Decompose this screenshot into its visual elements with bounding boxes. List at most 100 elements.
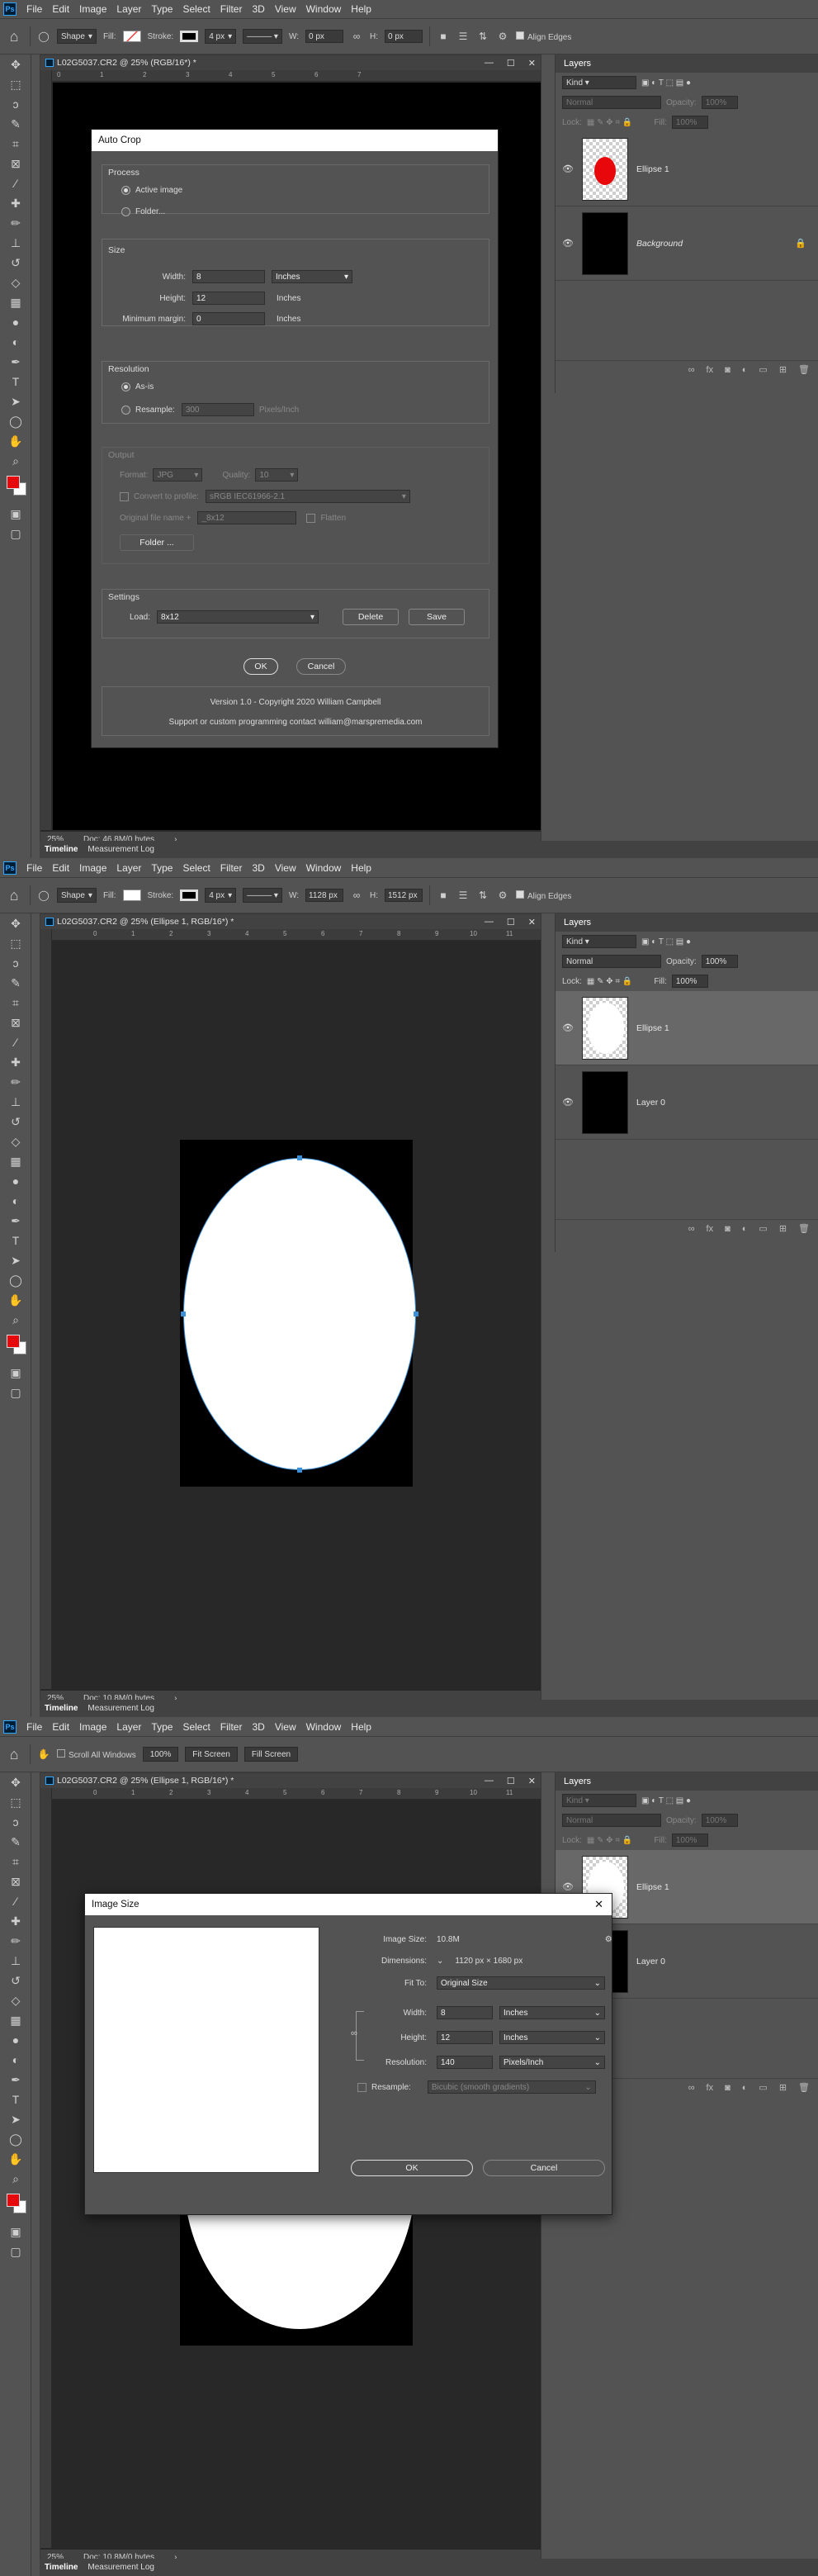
crop-icon[interactable]: ⌗	[0, 134, 31, 154]
save-preset-button[interactable]: Save	[409, 609, 465, 625]
layer-name[interactable]: Layer 0	[636, 1957, 665, 1966]
eye-icon[interactable]: 👁	[562, 1022, 574, 1033]
align-edges-checkbox[interactable]: Align Edges	[516, 890, 571, 901]
width-input[interactable]: 1128 px	[305, 889, 343, 902]
eraser-icon[interactable]: ◇	[0, 1990, 31, 2010]
lasso-icon[interactable]: ↄ	[0, 1812, 31, 1832]
cancel-button[interactable]: Cancel	[483, 2160, 605, 2176]
anchor-point-bottom[interactable]	[297, 1468, 302, 1473]
width-field[interactable]: 8	[437, 2006, 493, 2019]
link-layers-icon[interactable]: ∞	[688, 2083, 695, 2093]
eye-icon[interactable]: 👁	[562, 164, 574, 174]
filter-icons[interactable]: ▣ ◐ T ⬚ ▤ ●	[641, 78, 691, 88]
blend-mode-select[interactable]: Normal	[562, 955, 661, 968]
path-select-icon[interactable]: ➤	[0, 391, 31, 411]
menu-select[interactable]: Select	[177, 3, 215, 15]
path-select-icon[interactable]: ➤	[0, 2109, 31, 2129]
layer-row-background[interactable]: 👁 Background 🔒	[556, 206, 818, 281]
menu-view[interactable]: View	[270, 3, 301, 15]
layer-name[interactable]: Ellipse 1	[636, 164, 669, 174]
zoom-100-button[interactable]: 100%	[142, 1747, 179, 1762]
menu-layer[interactable]: Layer	[111, 862, 146, 874]
type-icon[interactable]: T	[0, 2090, 31, 2109]
group-icon[interactable]: ▭	[759, 2082, 767, 2093]
eraser-icon[interactable]: ◇	[0, 1131, 31, 1151]
width-input[interactable]: 0 px	[305, 30, 343, 43]
height-field[interactable]: 12	[437, 2031, 493, 2044]
adjustment-icon[interactable]: ◐	[742, 365, 748, 375]
trash-icon[interactable]: 🗑	[798, 1223, 810, 1234]
brush-icon[interactable]: ✏	[0, 213, 31, 233]
marquee-icon[interactable]: ⬚	[0, 933, 31, 953]
link-icon[interactable]: ∞	[350, 889, 363, 902]
fill-swatch[interactable]	[122, 31, 141, 42]
height-unit-select[interactable]: Inches ⌄	[499, 2031, 605, 2044]
trash-icon[interactable]: 🗑	[798, 2082, 810, 2093]
ellipse-icon[interactable]: ◯	[0, 411, 31, 431]
blend-mode-select[interactable]: Normal	[562, 1814, 661, 1827]
trash-icon[interactable]: 🗑	[798, 364, 810, 375]
type-icon[interactable]: T	[0, 1231, 31, 1250]
fill-screen-button[interactable]: Fill Screen	[244, 1747, 299, 1762]
menu-window[interactable]: Window	[301, 862, 347, 874]
frame-icon[interactable]: ⊠	[0, 1872, 31, 1891]
maximize-icon[interactable]: ☐	[507, 58, 515, 69]
eraser-icon[interactable]: ◇	[0, 273, 31, 292]
pen-icon[interactable]: ✒	[0, 352, 31, 372]
mask-icon[interactable]: ◙	[725, 365, 731, 375]
menu-type[interactable]: Type	[146, 3, 177, 15]
menu-file[interactable]: File	[21, 1721, 47, 1733]
group-icon[interactable]: ▭	[759, 364, 767, 375]
adjustment-icon[interactable]: ◐	[742, 1224, 748, 1234]
zoom-icon[interactable]: ⌕	[0, 1310, 31, 1330]
eye-icon[interactable]: 👁	[562, 1881, 574, 1892]
opacity-input[interactable]: 100%	[701, 96, 738, 109]
cancel-button[interactable]: Cancel	[296, 658, 346, 675]
width-field[interactable]: 8	[192, 270, 265, 283]
ellipse-tool-preset-icon[interactable]: ◯	[37, 30, 50, 43]
frame-icon[interactable]: ⊠	[0, 154, 31, 173]
stroke-width-select[interactable]: 4 px ▾	[205, 888, 237, 903]
flatten-checkbox[interactable]	[306, 513, 316, 523]
fit-to-select[interactable]: Original Size ⌄	[437, 1976, 605, 1990]
menu-3d[interactable]: 3D	[247, 1721, 269, 1733]
anchor-point-left[interactable]	[181, 1312, 186, 1316]
stroke-type-select[interactable]: ——— ▾	[243, 29, 282, 44]
filter-icons[interactable]: ▣ ◐ T ⬚ ▤ ●	[641, 937, 691, 946]
height-field[interactable]: 12	[192, 292, 265, 305]
fill-input[interactable]: 100%	[671, 116, 708, 129]
maximize-icon[interactable]: ☐	[507, 1776, 515, 1786]
resample-select[interactable]: Bicubic (smooth gradients) ⌄	[427, 2080, 596, 2094]
output-folder-button[interactable]: Folder ...	[120, 534, 194, 551]
load-preset-select[interactable]: 8x12 ▾	[157, 610, 319, 624]
ellipse-icon[interactable]: ◯	[0, 1270, 31, 1290]
menu-3d[interactable]: 3D	[247, 3, 269, 15]
path-arrange-icon[interactable]: ⇅	[476, 30, 489, 43]
hand-tool-preset-icon[interactable]: ✋	[37, 1748, 50, 1761]
layer-kind-filter[interactable]: Kind ▾	[562, 1794, 636, 1807]
stamp-icon[interactable]: ⊥	[0, 1951, 31, 1971]
menu-window[interactable]: Window	[301, 1721, 347, 1733]
document-tab[interactable]: L02G5037.CR2 @ 25% (Ellipse 1, RGB/16*) …	[40, 1773, 541, 1788]
stroke-swatch[interactable]	[180, 890, 199, 901]
image-preview[interactable]	[93, 1927, 319, 2173]
resample-radio[interactable]	[121, 405, 130, 415]
resample-checkbox[interactable]	[357, 2082, 366, 2092]
lock-icons[interactable]: ▦ ✎ ✥ ⌗ 🔒	[587, 977, 632, 986]
fx-icon[interactable]: fx	[707, 365, 714, 375]
close-icon[interactable]: ✕	[528, 917, 536, 927]
resolution-field[interactable]: 140	[437, 2056, 493, 2069]
menu-type[interactable]: Type	[146, 1721, 177, 1733]
folder-radio[interactable]: Folder...	[121, 207, 165, 216]
profile-select[interactable]: sRGB IEC61966-2.1 ▾	[205, 490, 410, 503]
menu-type[interactable]: Type	[146, 862, 177, 874]
gear-icon[interactable]: ⚙	[605, 1935, 612, 1944]
menu-edit[interactable]: Edit	[47, 1721, 74, 1733]
layer-row-ellipse[interactable]: 👁 Ellipse 1	[556, 991, 818, 1065]
menu-filter[interactable]: Filter	[215, 862, 248, 874]
menu-file[interactable]: File	[21, 862, 47, 874]
stamp-icon[interactable]: ⊥	[0, 233, 31, 253]
layer-row-ellipse[interactable]: 👁 Ellipse 1	[556, 132, 818, 206]
menu-image[interactable]: Image	[74, 1721, 111, 1733]
lasso-icon[interactable]: ↄ	[0, 953, 31, 973]
